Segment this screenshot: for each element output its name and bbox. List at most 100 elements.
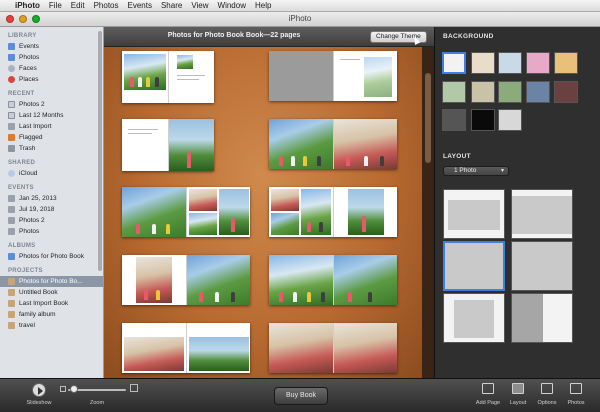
sidebar-item-flagged[interactable]: Flagged bbox=[0, 132, 103, 143]
slideshow-play-button[interactable] bbox=[32, 383, 46, 397]
layout-option-2[interactable] bbox=[511, 189, 573, 239]
book-page[interactable] bbox=[122, 323, 186, 373]
sidebar-item-project-photos-for-photo-book[interactable]: Photos for Photo Bo... bbox=[0, 276, 103, 287]
figure bbox=[307, 292, 311, 302]
sidebar-item-event-jul-19-2018[interactable]: Jul 19, 2018 bbox=[0, 204, 103, 215]
sidebar-item-places[interactable]: Places bbox=[0, 74, 103, 85]
sidebar-scrollbar[interactable] bbox=[98, 31, 102, 271]
book-page[interactable] bbox=[269, 51, 333, 101]
layout-select[interactable]: 1 Photo bbox=[443, 166, 509, 176]
sidebar-item-photos[interactable]: Photos bbox=[0, 52, 103, 63]
background-swatch-7[interactable] bbox=[471, 81, 495, 103]
book-page[interactable] bbox=[269, 255, 333, 305]
book-spread-8[interactable] bbox=[269, 255, 397, 305]
options-button[interactable]: Options bbox=[535, 382, 559, 410]
layout-option-1[interactable] bbox=[443, 189, 505, 239]
sidebar-item-last-import[interactable]: Last Import bbox=[0, 121, 103, 132]
book-page[interactable] bbox=[333, 255, 397, 305]
book-page[interactable] bbox=[122, 187, 186, 237]
layout-option-4[interactable] bbox=[511, 241, 573, 291]
menu-photos[interactable]: Photos bbox=[94, 1, 119, 10]
book-page[interactable] bbox=[269, 323, 333, 373]
book-page[interactable] bbox=[122, 51, 168, 103]
book-spread-cover[interactable] bbox=[122, 51, 214, 103]
book-spread-7[interactable] bbox=[122, 255, 250, 305]
book-page[interactable] bbox=[186, 187, 250, 237]
background-swatch-10[interactable] bbox=[554, 81, 578, 103]
background-swatch-6[interactable] bbox=[442, 81, 466, 103]
sidebar-item-event-jan-25-2013[interactable]: Jan 25, 2013 bbox=[0, 193, 103, 204]
background-swatch-13[interactable] bbox=[498, 109, 522, 131]
buy-book-button[interactable]: Buy Book bbox=[274, 387, 328, 405]
book-spread-3[interactable] bbox=[122, 119, 214, 171]
background-swatch-8[interactable] bbox=[498, 81, 522, 103]
book-spread-9[interactable] bbox=[122, 323, 250, 373]
book-page[interactable] bbox=[186, 255, 250, 305]
background-swatch-2[interactable] bbox=[471, 52, 495, 74]
sidebar-item-album-photos-for-photo-book[interactable]: Photos for Photo Book bbox=[0, 251, 103, 262]
photo-small bbox=[189, 213, 217, 235]
sidebar-item-event-photos-2[interactable]: Photos 2 bbox=[0, 215, 103, 226]
menu-file[interactable]: File bbox=[49, 1, 62, 10]
background-swatch-9[interactable] bbox=[526, 81, 550, 103]
menu-edit[interactable]: Edit bbox=[71, 1, 85, 10]
sidebar-item-last-12-months[interactable]: Last 12 Months bbox=[0, 110, 103, 121]
figure bbox=[346, 156, 350, 166]
text-line bbox=[128, 133, 152, 134]
sidebar-section-projects: PROJECTS bbox=[8, 268, 43, 274]
book-page[interactable] bbox=[122, 255, 186, 305]
photos-button[interactable]: Photos bbox=[564, 382, 588, 410]
book-scrollbar[interactable] bbox=[422, 47, 434, 378]
book-scrollbar-thumb[interactable] bbox=[425, 73, 431, 163]
add-page-button[interactable]: Add Page bbox=[476, 382, 500, 410]
layout-option-6[interactable] bbox=[511, 293, 573, 343]
sidebar-item-project-travel[interactable]: travel bbox=[0, 320, 103, 331]
background-swatch-5[interactable] bbox=[554, 52, 578, 74]
book-spread-2[interactable] bbox=[269, 51, 397, 101]
book-spread-10[interactable] bbox=[269, 323, 397, 373]
book-spread-6[interactable] bbox=[269, 187, 397, 237]
layout-button[interactable]: Layout bbox=[506, 382, 530, 410]
background-swatch-1[interactable] bbox=[442, 52, 466, 74]
book-spread-5[interactable] bbox=[122, 187, 250, 237]
book-page[interactable] bbox=[186, 323, 250, 373]
book-page[interactable] bbox=[168, 119, 214, 171]
sidebar-item-faces[interactable]: Faces bbox=[0, 63, 103, 74]
book-page[interactable] bbox=[333, 119, 397, 169]
layout-photo-placeholder bbox=[448, 200, 500, 230]
sidebar-item-recent-photos-2[interactable]: Photos 2 bbox=[0, 99, 103, 110]
book-page[interactable] bbox=[333, 187, 397, 237]
background-swatch-12[interactable] bbox=[471, 109, 495, 131]
menu-view[interactable]: View bbox=[191, 1, 208, 10]
book-page[interactable] bbox=[269, 119, 333, 169]
sidebar-item-trash[interactable]: Trash bbox=[0, 143, 103, 154]
sidebar-item-project-untitled-book[interactable]: Untitled Book bbox=[0, 287, 103, 298]
event-icon bbox=[8, 206, 15, 213]
background-swatch-4[interactable] bbox=[526, 52, 550, 74]
sidebar-item-label: Jan 25, 2013 bbox=[19, 195, 57, 202]
background-swatch-3[interactable] bbox=[498, 52, 522, 74]
book-page[interactable] bbox=[333, 323, 397, 373]
photo-family-outdoors bbox=[269, 119, 333, 169]
figure bbox=[136, 224, 140, 234]
menu-help[interactable]: Help bbox=[255, 1, 271, 10]
menu-events[interactable]: Events bbox=[127, 1, 151, 10]
sidebar-item-icloud[interactable]: iCloud bbox=[0, 168, 103, 179]
sidebar-section-recent: RECENT bbox=[8, 91, 35, 97]
sidebar-item-project-last-import-book[interactable]: Last Import Book bbox=[0, 298, 103, 309]
menu-app-name[interactable]: iPhoto bbox=[15, 1, 40, 10]
book-page[interactable] bbox=[269, 187, 333, 237]
book-page[interactable] bbox=[333, 51, 397, 101]
menu-window[interactable]: Window bbox=[218, 1, 246, 10]
background-swatch-11[interactable] bbox=[442, 109, 466, 131]
layout-option-3-selected[interactable] bbox=[443, 241, 505, 291]
book-page[interactable] bbox=[122, 119, 168, 171]
sidebar-item-event-photos[interactable]: Photos bbox=[0, 226, 103, 237]
layout-option-5[interactable] bbox=[443, 293, 505, 343]
book-spread-4[interactable] bbox=[269, 119, 397, 169]
sidebar-item-events[interactable]: Events bbox=[0, 41, 103, 52]
book-page[interactable] bbox=[168, 51, 214, 103]
sidebar-item-project-family-album[interactable]: family album bbox=[0, 309, 103, 320]
menu-share[interactable]: Share bbox=[161, 1, 182, 10]
zoom-slider-knob[interactable] bbox=[70, 385, 78, 393]
